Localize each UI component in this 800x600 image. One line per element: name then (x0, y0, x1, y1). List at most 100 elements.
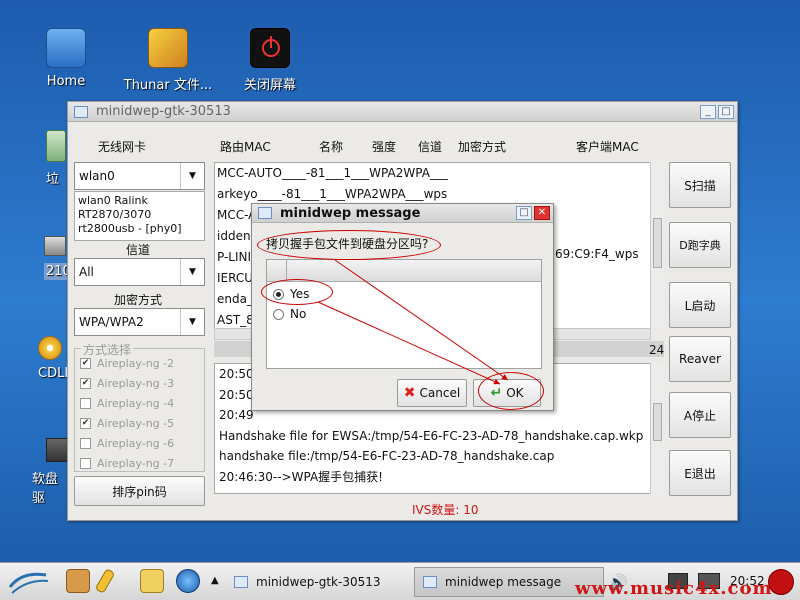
stop-button[interactable]: A停止 (669, 392, 731, 438)
cancel-button[interactable]: ✖ Cancel (397, 379, 467, 407)
trash-icon (46, 130, 66, 162)
mode-checkbox[interactable]: ✔ Aireplay-ng -5 (80, 417, 174, 430)
dictionary-button[interactable]: D跑字典 (669, 222, 731, 268)
nic-info-line: RT2870/3070 (78, 208, 152, 221)
option-label: No (290, 307, 307, 321)
hard-drive-icon (44, 236, 66, 256)
log-line: Handshake file for EWSA:/tmp/54-E6-FC-23… (219, 428, 644, 443)
encryption-label: 加密方式 (114, 293, 163, 307)
scan-button[interactable]: S扫描 (669, 162, 731, 208)
file-manager-icon (148, 28, 188, 68)
list-item[interactable]: arkeyo____-81___1___WPA2WPA___wps (215, 184, 650, 205)
list-item[interactable]: MCC-AUTO____-81___1___WPA2WPA___ (215, 163, 650, 184)
mode-label: Aireplay-ng -4 (97, 397, 175, 410)
main-window-titlebar[interactable]: minidwep-gtk-30513 _ □ (68, 102, 737, 122)
chevron-down-icon: ▼ (180, 259, 204, 285)
task-label: minidwep-gtk-30513 (256, 575, 381, 589)
count-label: 24 (649, 343, 665, 357)
header-router-mac: 路由MAC (220, 140, 271, 154)
encryption-select[interactable]: WPA/WPA2 ▼ (74, 308, 205, 336)
task-main-window[interactable]: minidwep-gtk-30513 (226, 567, 406, 597)
watermark: www.music4x.com (575, 578, 773, 599)
checkbox-icon (80, 398, 91, 409)
option-no[interactable]: No (267, 304, 541, 324)
desktop-icon-label: Home (46, 74, 86, 89)
desktop-icon-label: 软盘驱 (32, 472, 59, 506)
desktop-icon-drive[interactable]: 210 (44, 236, 73, 280)
window-icon (74, 105, 88, 118)
power-icon (250, 28, 290, 68)
header-encryption: 加密方式 (458, 140, 507, 154)
channel-label: 信道 (126, 243, 151, 257)
dialog-option-list: Yes No (266, 259, 542, 369)
launch-button[interactable]: L启动 (669, 282, 731, 328)
window-icon (234, 576, 248, 588)
desktop-icon-floppy[interactable]: 软盘驱 (32, 438, 68, 506)
cd-icon (38, 336, 62, 360)
desktop-icon-label: 关闭屏幕 (243, 78, 296, 93)
window-title: minidwep-gtk-30513 (96, 104, 231, 119)
exit-button[interactable]: E退出 (669, 450, 731, 496)
checkbox-icon: ✔ (80, 418, 91, 429)
pin-sort-button[interactable]: 排序pin码 (74, 476, 205, 506)
scrollbar-thumb[interactable] (653, 403, 662, 441)
nic-select[interactable]: wlan0 ▼ (74, 162, 205, 190)
pencil-icon[interactable] (94, 568, 116, 594)
checkbox-icon: ✔ (80, 378, 91, 389)
ap-list-scrollbar[interactable] (650, 162, 664, 328)
dialog-titlebar[interactable]: minidwep message □ ✕ (252, 204, 553, 223)
maximize-icon[interactable]: □ (516, 206, 532, 220)
desktop-icon-cdrom[interactable]: CDLI (38, 336, 68, 381)
header-strength: 强度 (372, 140, 397, 154)
home-folder-icon (46, 28, 86, 68)
mode-checkbox[interactable]: Aireplay-ng -7 (80, 457, 174, 470)
mode-label: Aireplay-ng -2 (97, 357, 175, 370)
checkbox-icon (80, 458, 91, 469)
image-viewer-icon[interactable] (140, 569, 164, 593)
log-line: handshake file:/tmp/54-E6-FC-23-AD-78_ha… (219, 449, 555, 463)
radio-icon (273, 308, 284, 320)
desk-icon[interactable] (66, 569, 90, 593)
maximize-icon[interactable]: □ (718, 104, 734, 119)
start-menu-icon[interactable] (6, 567, 52, 597)
nic-info: wlan0 Ralink RT2870/3070 rt2800usb - [ph… (74, 191, 205, 241)
header-client-mac: 客户端MAC (576, 140, 639, 154)
desktop-icon-home[interactable]: Home (16, 28, 116, 89)
ivs-status: IVS数量: 10 (412, 503, 479, 517)
desktop-icon-screen-off[interactable]: 关闭屏幕 (220, 28, 320, 93)
annotation-ellipse-yes (261, 279, 333, 305)
dialog-title: minidwep message (280, 205, 421, 221)
header-channel: 信道 (418, 140, 443, 154)
cancel-label: Cancel (419, 386, 461, 400)
ap-extra-text: 69:C9:F4_wps (555, 247, 639, 261)
browser-icon[interactable] (176, 569, 200, 593)
desktop-icon-label: 垃 (46, 172, 60, 187)
channel-select-value: All (79, 265, 94, 279)
chevron-up-icon[interactable]: ▲ (211, 575, 219, 586)
nic-select-value: wlan0 (79, 169, 115, 183)
annotation-ellipse-ok (478, 372, 544, 410)
mode-checkbox[interactable]: Aireplay-ng -4 (80, 397, 174, 410)
desktop-icon-label: CDLI (38, 366, 69, 381)
channel-select[interactable]: All ▼ (74, 258, 205, 286)
log-line: 20:46:30-->WPA握手包捕获! (219, 469, 383, 484)
mode-checkbox[interactable]: ✔ Aireplay-ng -2 (80, 357, 174, 370)
minimize-icon[interactable]: _ (700, 104, 716, 119)
chevron-down-icon: ▼ (180, 163, 204, 189)
scrollbar-thumb[interactable] (653, 218, 662, 268)
chevron-down-icon: ▼ (180, 309, 204, 335)
close-icon[interactable]: ✕ (534, 206, 550, 220)
checkbox-icon (80, 438, 91, 449)
mode-label: Aireplay-ng -7 (97, 457, 175, 470)
mode-checkbox[interactable]: ✔ Aireplay-ng -3 (80, 377, 174, 390)
header-wireless-card: 无线网卡 (98, 140, 147, 154)
reaver-button[interactable]: Reaver (669, 336, 731, 382)
mode-checkbox[interactable]: Aireplay-ng -6 (80, 437, 174, 450)
floppy-icon (46, 438, 68, 462)
log-scrollbar[interactable] (650, 363, 664, 494)
desktop-icon-thunar[interactable]: Thunar 文件... (118, 28, 218, 93)
window-icon (258, 207, 272, 219)
desktop-icon-trash[interactable]: 垃 (46, 130, 68, 187)
checkbox-icon: ✔ (80, 358, 91, 369)
mode-label: Aireplay-ng -5 (97, 417, 175, 430)
